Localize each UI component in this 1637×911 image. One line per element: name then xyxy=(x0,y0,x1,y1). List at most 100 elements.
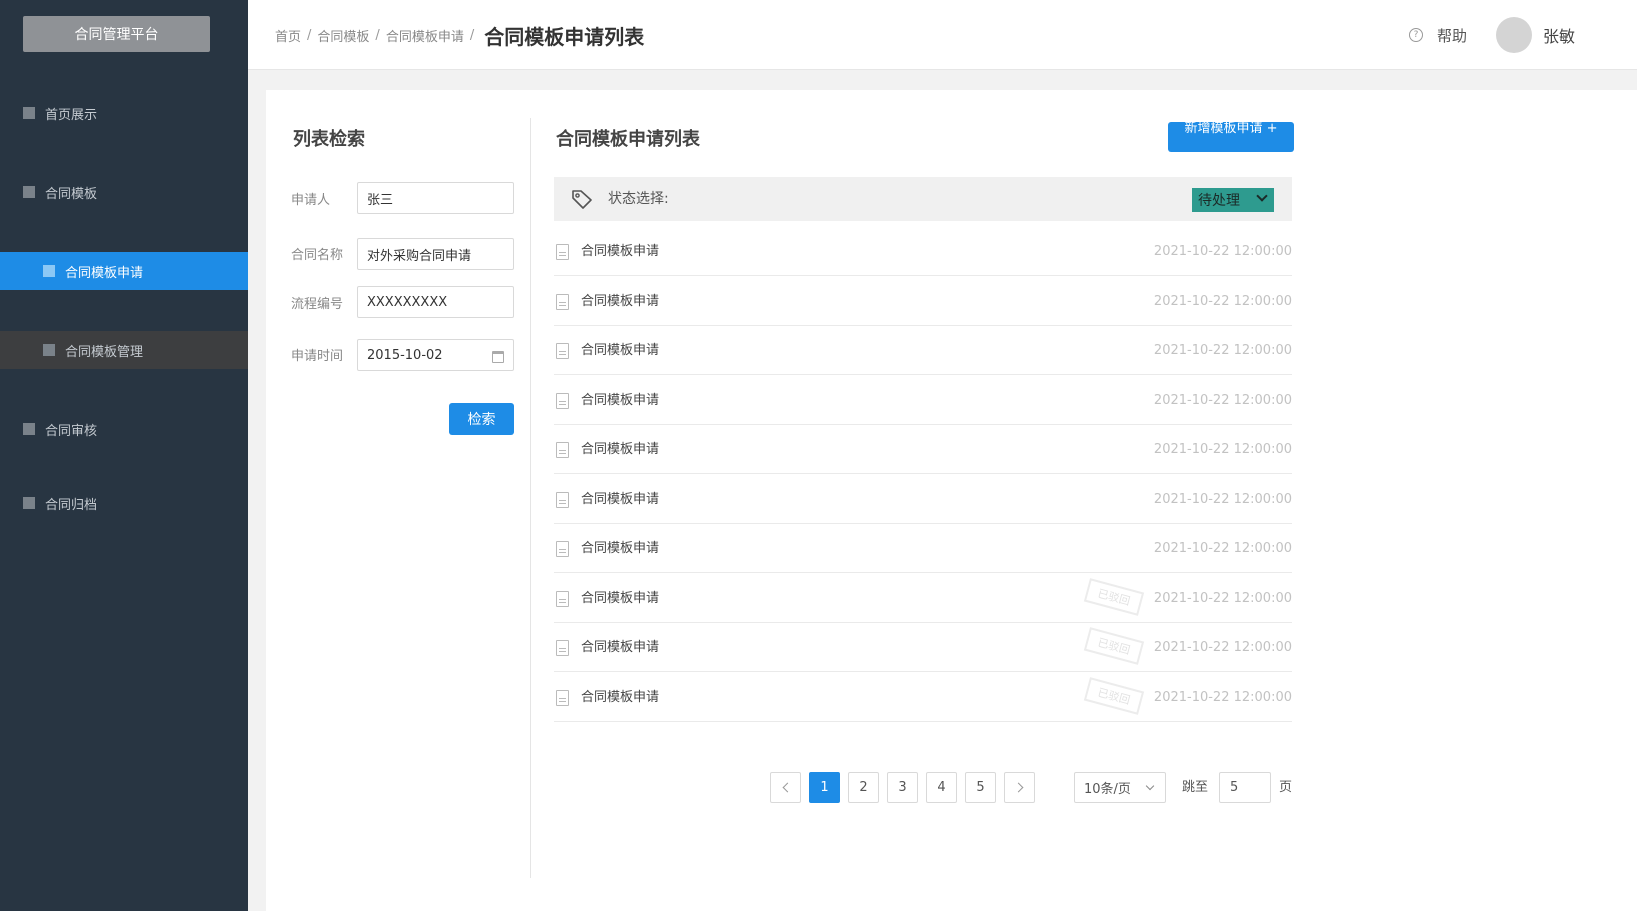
page-button-2[interactable]: 2 xyxy=(848,772,879,803)
document-icon xyxy=(556,491,569,508)
page-size-value: 10条/页 xyxy=(1084,782,1131,797)
menu-square-icon xyxy=(23,186,35,198)
sidebar-item-label: 合同模板 xyxy=(45,186,98,202)
search-button[interactable]: 检索 xyxy=(449,403,514,435)
top-header: 首页 / 合同模板 / 合同模板申请 / 合同模板申请列表 ? 帮助 张敏 xyxy=(248,0,1637,70)
sidebar-item-contract-template[interactable]: 合同模板 xyxy=(0,172,248,212)
list-item-name: 合同模板申请 xyxy=(581,392,660,408)
sidebar-item-label: 首页展示 xyxy=(45,107,98,123)
list-item-time: 2021-10-22 12:00:00 xyxy=(1153,293,1292,309)
rejected-stamp: 已驳回 xyxy=(1083,627,1145,665)
list-title: 合同模板申请列表 xyxy=(556,129,700,150)
chevron-right-icon xyxy=(1013,782,1023,793)
contract-name-label: 合同名称 xyxy=(291,248,344,263)
page-size-select[interactable]: 10条/页 xyxy=(1074,772,1166,803)
page-button-5[interactable]: 5 xyxy=(965,772,996,803)
status-filter-bar: 状态选择: 待处理 xyxy=(554,177,1292,221)
list-item-time: 2021-10-22 12:00:00 xyxy=(1153,689,1292,705)
platform-logo-button[interactable]: 合同管理平台 xyxy=(23,16,210,52)
jump-page-input[interactable] xyxy=(1219,772,1271,803)
menu-square-icon xyxy=(23,423,35,435)
prev-page-button[interactable] xyxy=(770,772,801,803)
list-item[interactable]: 合同模板申请 2021-10-22 12:00:00 xyxy=(554,425,1292,474)
list-item[interactable]: 合同模板申请 2021-10-22 12:00:00 xyxy=(554,227,1292,276)
list-item-name: 合同模板申请 xyxy=(581,590,660,606)
list-item[interactable]: 合同模板申请 已驳回 2021-10-22 12:00:00 xyxy=(554,673,1292,722)
rejected-stamp: 已驳回 xyxy=(1083,577,1145,616)
list-item[interactable]: 合同模板申请 2021-10-22 12:00:00 xyxy=(554,277,1292,326)
process-number-label: 流程编号 xyxy=(291,297,344,312)
sidebar-item-template-application[interactable]: 合同模板申请 xyxy=(0,252,248,290)
jump-label: 跳至 xyxy=(1182,780,1209,795)
breadcrumb-separator: / xyxy=(307,27,312,43)
page-button-1[interactable]: 1 xyxy=(809,772,840,803)
rejected-stamp: 已驳回 xyxy=(1083,676,1145,715)
list-item-time: 2021-10-22 12:00:00 xyxy=(1153,442,1292,457)
list-item-name: 合同模板申请 xyxy=(581,442,660,457)
status-label: 状态选择: xyxy=(608,191,669,207)
list-item[interactable]: 合同模板申请 2021-10-22 12:00:00 xyxy=(554,376,1292,425)
contract-name-input[interactable] xyxy=(357,238,514,270)
list-item-name: 合同模板申请 xyxy=(581,343,660,358)
page-unit-label: 页 xyxy=(1279,780,1293,795)
sidebar-item-contract-archive[interactable]: 合同归档 xyxy=(0,483,248,523)
document-icon xyxy=(556,689,569,706)
status-select-value: 待处理 xyxy=(1198,193,1240,209)
user-menu[interactable]: 张敏 xyxy=(1496,0,1575,70)
menu-square-icon xyxy=(43,344,55,356)
list-item-time: 2021-10-22 12:00:00 xyxy=(1153,541,1292,556)
help-label: 帮助 xyxy=(1437,26,1468,45)
document-icon xyxy=(556,442,569,458)
sidebar-item-label: 合同模板申请 xyxy=(65,265,144,281)
calendar-icon[interactable] xyxy=(492,351,504,363)
list-item-time: 2021-10-22 12:00:00 xyxy=(1153,491,1292,507)
list-item-time: 2021-10-22 12:00:00 xyxy=(1153,590,1292,606)
list-item[interactable]: 合同模板申请 2021-10-22 12:00:00 xyxy=(554,326,1292,375)
status-select[interactable]: 待处理 xyxy=(1192,188,1274,212)
breadcrumb-contract-template[interactable]: 合同模板 xyxy=(317,26,369,45)
apply-date-input[interactable] xyxy=(357,339,514,371)
process-number-input[interactable] xyxy=(357,286,514,318)
chevron-left-icon xyxy=(782,782,792,793)
page-button-4[interactable]: 4 xyxy=(926,772,957,803)
help-link[interactable]: ? 帮助 xyxy=(1409,0,1467,70)
list-item[interactable]: 合同模板申请 2021-10-22 12:00:00 xyxy=(554,524,1292,573)
list-item-name: 合同模板申请 xyxy=(581,491,660,507)
document-icon xyxy=(556,640,569,656)
sidebar-item-contract-review[interactable]: 合同审核 xyxy=(0,409,248,449)
filter-title: 列表检索 xyxy=(293,129,365,150)
breadcrumb-template-application[interactable]: 合同模板申请 xyxy=(386,26,464,45)
list-item-name: 合同模板申请 xyxy=(581,293,660,309)
next-page-button[interactable] xyxy=(1004,772,1035,803)
document-icon xyxy=(556,392,569,409)
document-icon xyxy=(556,343,569,359)
main-card: 列表检索 申请人 合同名称 流程编号 申请时间 检索 合同模板申请列表 新增模板… xyxy=(266,90,1637,911)
list-item[interactable]: 合同模板申请 已驳回 2021-10-22 12:00:00 xyxy=(554,623,1292,672)
document-icon xyxy=(556,293,569,310)
applicant-label: 申请人 xyxy=(291,193,331,208)
sidebar-item-home[interactable]: 首页展示 xyxy=(0,93,248,133)
breadcrumb-separator: / xyxy=(375,27,380,43)
list-item-time: 2021-10-22 12:00:00 xyxy=(1153,640,1292,655)
user-name: 张敏 xyxy=(1543,27,1576,46)
sidebar-item-template-management[interactable]: 合同模板管理 xyxy=(0,331,248,369)
list-item[interactable]: 合同模板申请 已驳回 2021-10-22 12:00:00 xyxy=(554,574,1292,623)
document-icon xyxy=(556,541,569,557)
breadcrumb: 首页 / 合同模板 / 合同模板申请 / 合同模板申请列表 xyxy=(275,0,644,70)
add-template-application-button[interactable]: 新增模板申请 + xyxy=(1168,122,1294,152)
tag-icon xyxy=(572,190,592,209)
list-item-time: 2021-10-22 12:00:00 xyxy=(1153,343,1292,358)
list-item-time: 2021-10-22 12:00:00 xyxy=(1153,392,1292,408)
applicant-input[interactable] xyxy=(357,182,514,214)
breadcrumb-home[interactable]: 首页 xyxy=(275,26,301,45)
sidebar: 合同管理平台 首页展示 合同模板 合同模板申请 合同模板管理 合同审核 合同归档 xyxy=(0,0,248,911)
breadcrumb-separator: / xyxy=(469,27,475,43)
apply-time-label: 申请时间 xyxy=(291,349,344,364)
page-button-3[interactable]: 3 xyxy=(887,772,918,803)
list-item[interactable]: 合同模板申请 2021-10-22 12:00:00 xyxy=(554,475,1292,524)
chevron-down-icon xyxy=(1256,190,1268,202)
list-item-time: 2021-10-22 12:00:00 xyxy=(1153,244,1292,259)
sidebar-item-label: 合同模板管理 xyxy=(65,344,144,360)
menu-square-icon xyxy=(43,265,55,277)
panel-divider xyxy=(530,118,531,878)
